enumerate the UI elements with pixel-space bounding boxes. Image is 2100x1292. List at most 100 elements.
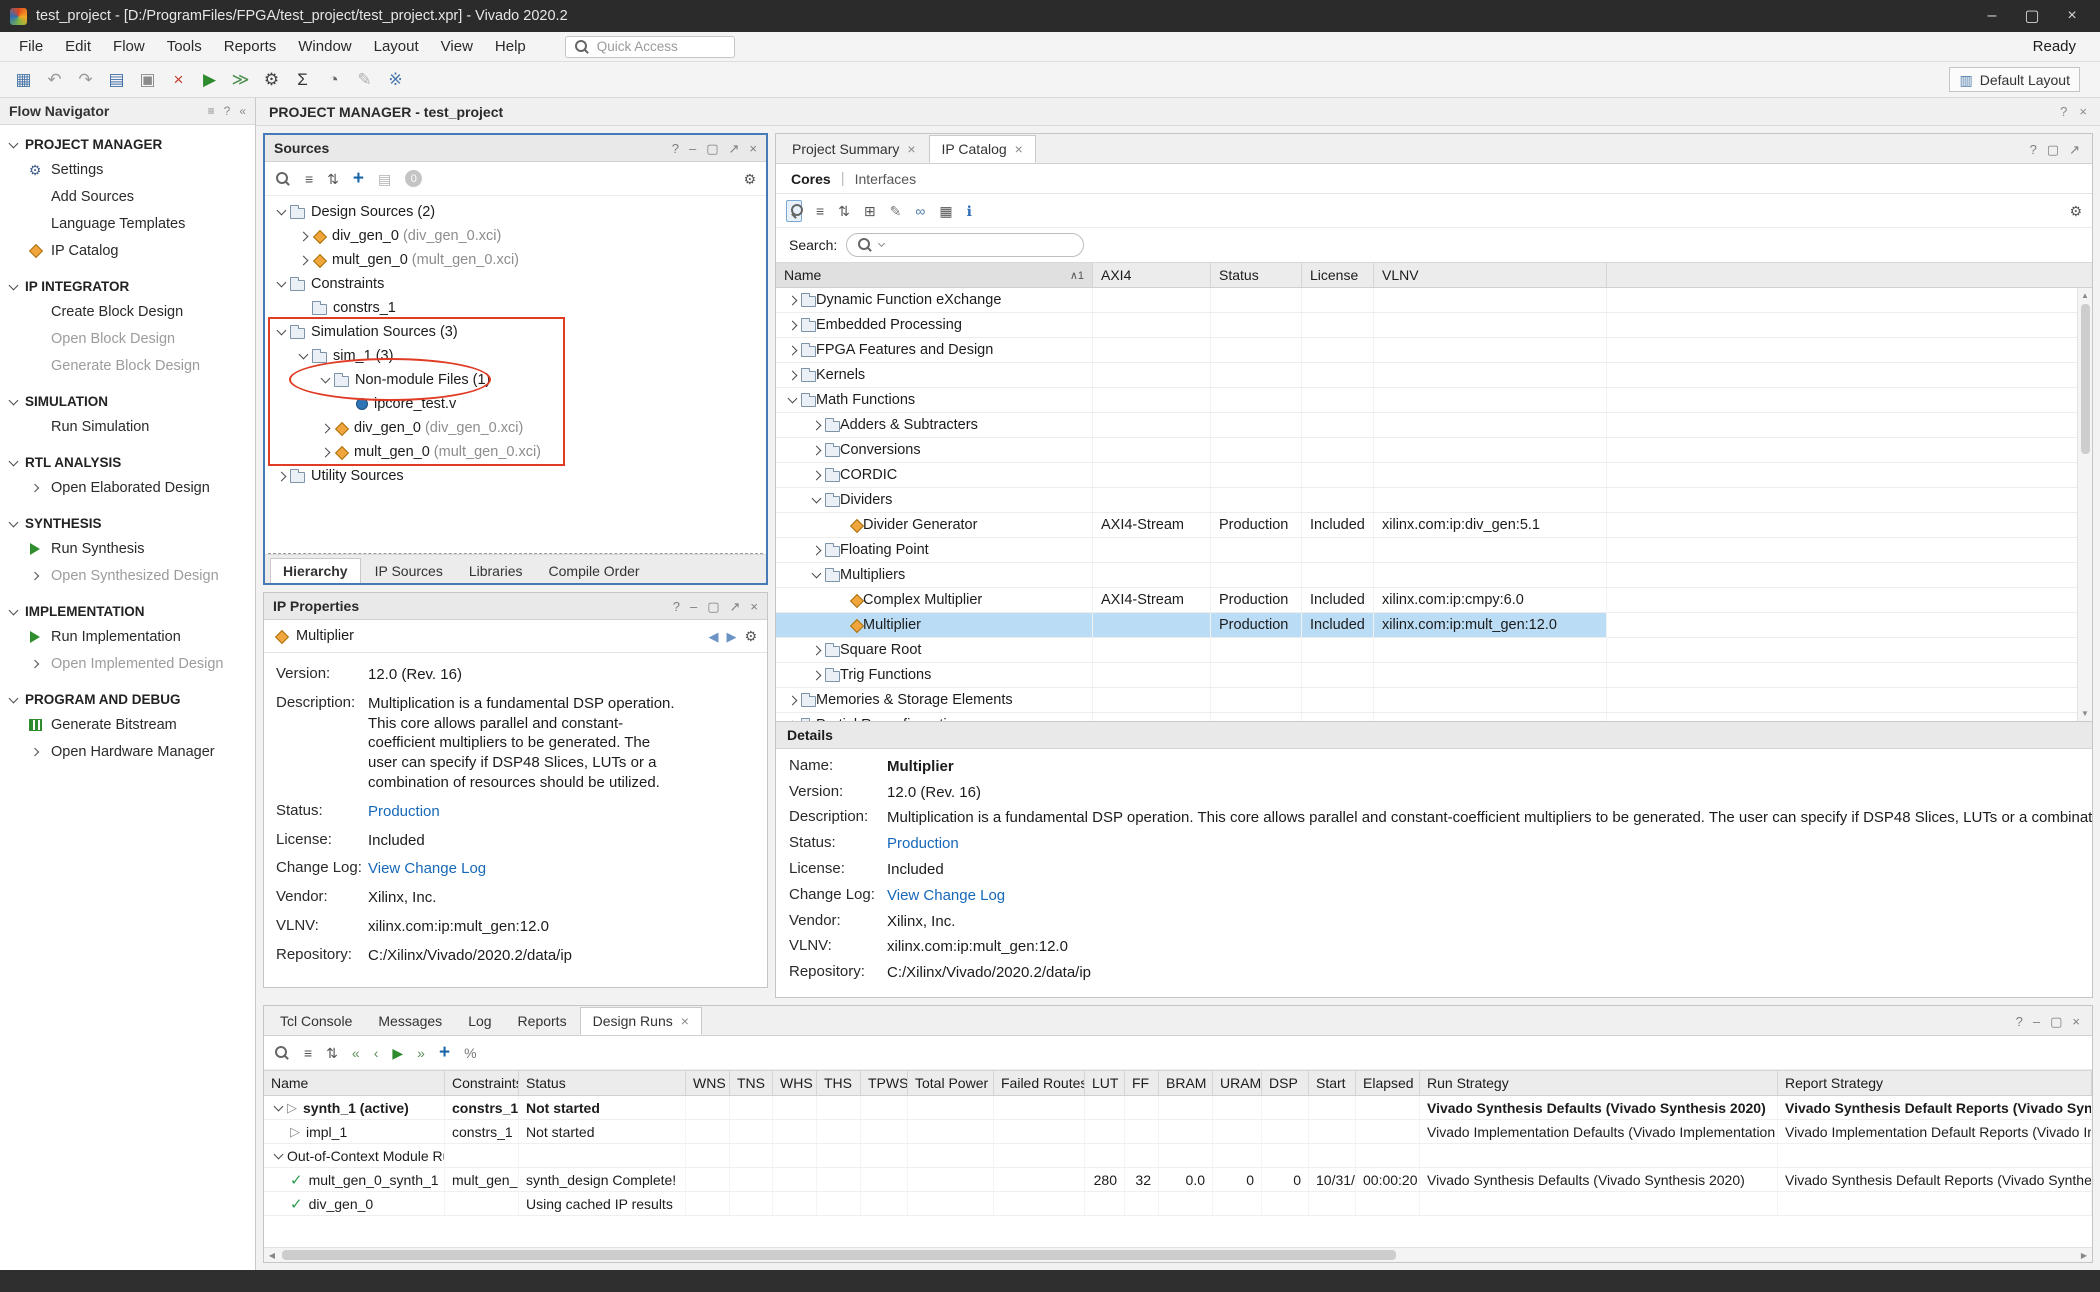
maximize-icon[interactable]: ▢ xyxy=(2047,143,2059,156)
default-hierarchy-icon[interactable]: ⊞ xyxy=(864,204,876,218)
menu-edit[interactable]: Edit xyxy=(54,34,102,59)
nav-item-open-implemented-design[interactable]: Open Implemented Design xyxy=(0,650,255,677)
expander[interactable] xyxy=(273,282,290,286)
tab-tcl-console[interactable]: Tcl Console xyxy=(267,1007,365,1035)
runs-column-status[interactable]: Status xyxy=(519,1071,686,1095)
settings-gear-icon[interactable]: ⚙ xyxy=(2069,204,2082,218)
run-row[interactable]: ▷synth_1 (active)constrs_1Not startedViv… xyxy=(264,1096,2092,1120)
runs-column-total-power[interactable]: Total Power xyxy=(908,1071,994,1095)
nav-item-ip-catalog[interactable]: IP Catalog xyxy=(0,237,255,264)
catalog-row[interactable]: Embedded Processing xyxy=(776,313,2092,338)
property-value[interactable]: View Change Log xyxy=(887,886,1005,906)
collapse-all-icon[interactable]: ≡ xyxy=(816,204,824,218)
property-value[interactable]: Production xyxy=(368,802,440,822)
expander[interactable] xyxy=(784,697,801,704)
property-value[interactable]: Production xyxy=(887,834,959,854)
source-tree-item[interactable]: ipcore_test.v xyxy=(265,392,766,416)
catalog-search-input[interactable] xyxy=(846,233,1084,257)
expander[interactable] xyxy=(808,472,825,479)
search-icon[interactable] xyxy=(786,200,802,222)
runs-column-tpws[interactable]: TPWS xyxy=(861,1071,908,1095)
copy-icon[interactable]: ▣ xyxy=(134,66,161,93)
maximize-icon[interactable]: ▢ xyxy=(706,142,718,155)
menu-reports[interactable]: Reports xyxy=(213,34,288,59)
catalog-row[interactable]: Conversions xyxy=(776,438,2092,463)
options-icon[interactable]: ≡ xyxy=(208,105,215,117)
run-row[interactable]: ✓div_gen_0Using cached IP results xyxy=(264,1192,2092,1216)
runs-column-failed-routes[interactable]: Failed Routes xyxy=(994,1071,1085,1095)
runs-column-wns[interactable]: WNS xyxy=(686,1071,730,1095)
cancel-icon[interactable]: × xyxy=(165,66,192,93)
nav-item-open-synthesized-design[interactable]: Open Synthesized Design xyxy=(0,562,255,589)
help-icon[interactable]: ? xyxy=(2030,143,2037,156)
expander[interactable] xyxy=(808,647,825,654)
redo-icon[interactable]: ↷ xyxy=(72,66,99,93)
close-icon[interactable]: × xyxy=(2072,1015,2080,1028)
expander[interactable] xyxy=(270,1106,287,1110)
minimize-icon[interactable]: – xyxy=(690,600,697,613)
nav-item-open-elaborated-design[interactable]: Open Elaborated Design xyxy=(0,474,255,501)
nav-section-header[interactable]: RTL ANALYSIS xyxy=(0,451,255,474)
catalog-row[interactable]: Memories & Storage Elements xyxy=(776,688,2092,713)
source-tree-item[interactable]: Design Sources (2) xyxy=(265,200,766,224)
nav-item-run-simulation[interactable]: Run Simulation xyxy=(0,413,255,440)
nav-item-settings[interactable]: ⚙Settings xyxy=(0,156,255,183)
help-icon[interactable]: ? xyxy=(673,600,680,613)
tab-design-runs[interactable]: Design Runs× xyxy=(580,1007,702,1035)
expander[interactable] xyxy=(270,1154,287,1158)
close-icon[interactable]: × xyxy=(2079,105,2087,118)
close-button[interactable]: × xyxy=(2054,3,2090,29)
source-tree-item[interactable]: Simulation Sources (3) xyxy=(265,320,766,344)
float-icon[interactable]: ↗ xyxy=(730,600,741,613)
runs-column-constraints[interactable]: Constraints xyxy=(445,1071,519,1095)
expander[interactable] xyxy=(317,425,334,432)
quick-access-search[interactable]: Quick Access xyxy=(565,36,735,58)
expander[interactable] xyxy=(784,398,801,402)
runs-column-ths[interactable]: THS xyxy=(817,1071,861,1095)
close-icon[interactable]: × xyxy=(749,142,757,155)
tab-compile-order[interactable]: Compile Order xyxy=(537,559,652,583)
open-project-icon[interactable]: ▦ xyxy=(10,66,37,93)
column-header-status[interactable]: Status xyxy=(1211,263,1302,287)
tab-project-summary[interactable]: Project Summary× xyxy=(779,135,929,163)
settings-gear-icon[interactable]: ⚙ xyxy=(743,172,756,186)
expander[interactable] xyxy=(808,672,825,679)
expander[interactable] xyxy=(784,372,801,379)
table-view-icon[interactable]: ▦ xyxy=(939,204,952,218)
expand-all-icon[interactable]: ⇅ xyxy=(326,1046,338,1060)
menu-file[interactable]: File xyxy=(8,34,54,59)
collapse-all-icon[interactable]: ≡ xyxy=(304,1046,312,1060)
back-icon[interactable]: ◀ xyxy=(708,630,718,643)
expander[interactable] xyxy=(784,347,801,354)
runs-column-start[interactable]: Start xyxy=(1309,1071,1356,1095)
help-icon[interactable]: ? xyxy=(2060,105,2067,118)
nav-item-open-hardware-manager[interactable]: Open Hardware Manager xyxy=(0,738,255,765)
collapse-all-icon[interactable]: ≡ xyxy=(305,172,313,186)
menu-tools[interactable]: Tools xyxy=(156,34,213,59)
nav-item-open-block-design[interactable]: Open Block Design xyxy=(0,325,255,352)
catalog-row[interactable]: FPGA Features and Design xyxy=(776,338,2092,363)
menu-view[interactable]: View xyxy=(430,34,484,59)
step-forward-icon[interactable]: » xyxy=(417,1046,425,1060)
expander[interactable] xyxy=(295,233,312,240)
menu-layout[interactable]: Layout xyxy=(363,34,430,59)
close-icon[interactable]: × xyxy=(907,141,915,157)
catalog-row[interactable]: Divider GeneratorAXI4-StreamProductionIn… xyxy=(776,513,2092,538)
scroll-left-icon[interactable]: ◀ xyxy=(264,1251,280,1260)
help-icon[interactable]: ? xyxy=(2016,1015,2023,1028)
runs-column-report-strategy[interactable]: Report Strategy xyxy=(1778,1071,2092,1095)
source-tree-item[interactable]: mult_gen_0 (mult_gen_0.xci) xyxy=(265,248,766,272)
float-icon[interactable]: ↗ xyxy=(729,142,740,155)
menu-help[interactable]: Help xyxy=(484,34,537,59)
go-first-icon[interactable]: « xyxy=(352,1046,360,1060)
expander[interactable] xyxy=(784,297,801,304)
tab-hierarchy[interactable]: Hierarchy xyxy=(270,558,361,583)
column-header-axi4[interactable]: AXI4 xyxy=(1093,263,1211,287)
nav-section-header[interactable]: SYNTHESIS xyxy=(0,512,255,535)
minimize-button[interactable]: – xyxy=(1974,3,2010,29)
source-tree-item[interactable]: Non-module Files (1) xyxy=(265,368,766,392)
source-tree-item[interactable]: constrs_1 xyxy=(265,296,766,320)
search-icon[interactable] xyxy=(275,171,291,187)
run-row[interactable]: Out-of-Context Module Runs xyxy=(264,1144,2092,1168)
nav-item-run-implementation[interactable]: Run Implementation xyxy=(0,623,255,650)
